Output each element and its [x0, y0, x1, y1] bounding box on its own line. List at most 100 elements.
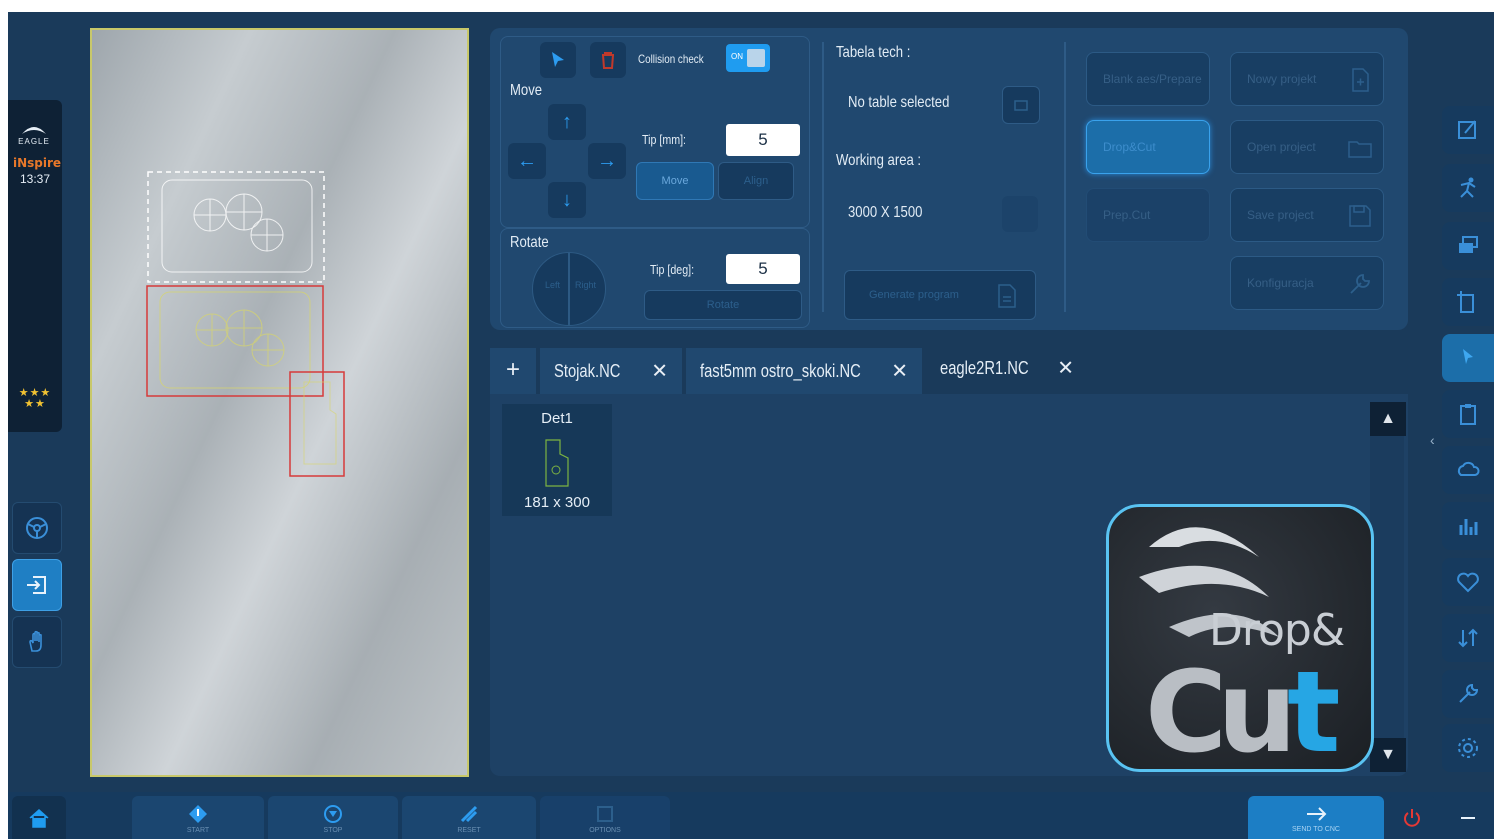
power-icon [1404, 809, 1420, 827]
close-icon[interactable]: ✕ [1057, 356, 1074, 381]
move-mode-button[interactable]: Move [636, 162, 714, 200]
stop-button[interactable]: STOP [268, 796, 398, 839]
drop-cut-logo: Drop& Cut [1106, 504, 1374, 772]
scroll-down-button[interactable]: ▼ [1370, 738, 1406, 772]
prep-cut-button[interactable]: Prep.Cut [1086, 188, 1210, 242]
auto-nest-button[interactable] [1442, 164, 1494, 212]
part-size: 181 x 300 [524, 494, 590, 511]
hand-icon [29, 630, 42, 652]
nesting-canvas[interactable] [92, 30, 463, 771]
save-project-button[interactable]: Save project [1230, 188, 1384, 242]
clipboard-icon [1460, 404, 1476, 425]
start-button[interactable]: START [132, 796, 264, 839]
move-left-button[interactable]: ← [508, 143, 546, 179]
area-select-button[interactable] [1002, 196, 1038, 232]
wrench-icon [1459, 683, 1479, 703]
tab-label: fast5mm ostro_skoki.NC [700, 360, 861, 381]
tools-button[interactable] [1442, 670, 1494, 718]
hand-button[interactable] [12, 616, 62, 668]
favorites-button[interactable] [1442, 558, 1494, 606]
reset-button[interactable]: RESET [402, 796, 536, 839]
scroll-up-button[interactable]: ▲ [1370, 402, 1406, 436]
align-button[interactable]: Align [718, 162, 794, 200]
collision-check-toggle[interactable]: ON [726, 44, 770, 72]
minimize-button[interactable] [1442, 796, 1494, 839]
cursor-icon [552, 52, 564, 67]
close-icon[interactable]: ✕ [891, 359, 908, 384]
bar-chart-icon [1459, 519, 1478, 535]
start-label: START [186, 826, 210, 834]
rotate-apply-button[interactable]: Rotate [644, 290, 802, 320]
generate-program-label: Generate program [869, 289, 959, 301]
cut-c: C [1145, 648, 1227, 772]
steering-wheel-icon [26, 517, 48, 539]
table-select-button[interactable] [1002, 86, 1040, 124]
cloud-button[interactable] [1442, 446, 1494, 494]
configuration-button[interactable]: Konfiguracja [1230, 256, 1384, 310]
layers-button[interactable] [1442, 222, 1494, 270]
rotate-dial[interactable]: Left Right [532, 252, 606, 326]
scrollbar-track[interactable] [1370, 402, 1404, 772]
tab-stojak[interactable]: Stojak.NC ✕ [540, 348, 682, 394]
home-button[interactable] [12, 796, 66, 839]
configuration-label: Konfiguracja [1247, 276, 1314, 290]
delete-button[interactable] [590, 42, 626, 78]
tip-deg-input[interactable]: 5 [726, 254, 800, 284]
tab-label: Stojak.NC [554, 360, 621, 381]
sheet-preview[interactable] [90, 28, 469, 777]
tip-mm-label: Tip [mm]: [642, 132, 687, 147]
drop-cut-button[interactable]: Drop&Cut [1086, 120, 1210, 174]
stop-icon [324, 804, 342, 823]
send-to-cnc-button[interactable]: SEND TO CNC [1248, 796, 1384, 839]
move-right-button[interactable]: → [588, 143, 626, 179]
toggle-on-label: ON [731, 52, 743, 61]
rotate-right-label[interactable]: Right [575, 280, 596, 290]
close-icon[interactable]: ✕ [651, 359, 668, 384]
part-card[interactable]: Det1 181 x 300 [502, 404, 612, 516]
document-icon [998, 284, 1016, 308]
divider [822, 42, 824, 312]
rotate-divider [568, 253, 570, 325]
steering-wheel-button[interactable] [12, 502, 62, 554]
sort-button[interactable] [1442, 614, 1494, 662]
options-button[interactable]: OPTIONS [540, 796, 670, 839]
blank-prepare-button[interactable]: Blank aes/Prepare [1086, 52, 1210, 106]
generate-program-button[interactable]: Generate program [844, 270, 1036, 320]
open-project-button[interactable]: Open project [1230, 120, 1384, 174]
tech-table-value: No table selected [848, 94, 950, 111]
edit-button[interactable] [1442, 106, 1494, 154]
new-project-button[interactable]: Nowy projekt [1230, 52, 1384, 106]
add-tab-button[interactable]: + [490, 348, 536, 394]
working-area-value: 3000 X 1500 [848, 204, 923, 221]
part-name: Det1 [541, 410, 573, 427]
move-up-button[interactable]: ↑ [548, 104, 586, 140]
rotate-left-label[interactable]: Left [545, 280, 560, 290]
options-icon [597, 805, 613, 822]
inspire-label: iNspire [13, 156, 62, 170]
part-pattern-1 [159, 291, 311, 389]
power-button[interactable] [1388, 796, 1436, 839]
collapse-icon[interactable]: ‹ [1430, 432, 1435, 448]
tab-fast5mm[interactable]: fast5mm ostro_skoki.NC ✕ [686, 348, 922, 394]
options-label: OPTIONS [589, 826, 621, 834]
tip-mm-input[interactable]: 5 [726, 124, 800, 156]
move-down-button[interactable]: ↓ [548, 182, 586, 218]
settings-button[interactable] [1442, 724, 1494, 772]
trash-icon [602, 52, 614, 69]
file-tabs: + Stojak.NC ✕ fast5mm ostro_skoki.NC ✕ e… [490, 342, 1408, 394]
part-outline-1 [146, 285, 324, 397]
select-tool-button[interactable] [540, 42, 576, 78]
add-part-button[interactable] [1442, 278, 1494, 326]
tab-eagle2r1[interactable]: eagle2R1.NC ✕ [926, 342, 1088, 394]
clock: 13:37 [19, 172, 51, 186]
add-document-icon [1457, 291, 1474, 313]
save-project-label: Save project [1247, 208, 1314, 222]
tech-table-label: Tabela tech : [836, 44, 911, 61]
import-button[interactable] [12, 559, 62, 611]
statistics-button[interactable] [1442, 502, 1494, 550]
eagle-logo: EAGLE [16, 122, 52, 146]
clipboard-button[interactable] [1442, 390, 1494, 438]
cursor-mode-button[interactable] [1442, 334, 1494, 382]
send-icon [1307, 806, 1327, 821]
sort-icon [1458, 628, 1478, 648]
